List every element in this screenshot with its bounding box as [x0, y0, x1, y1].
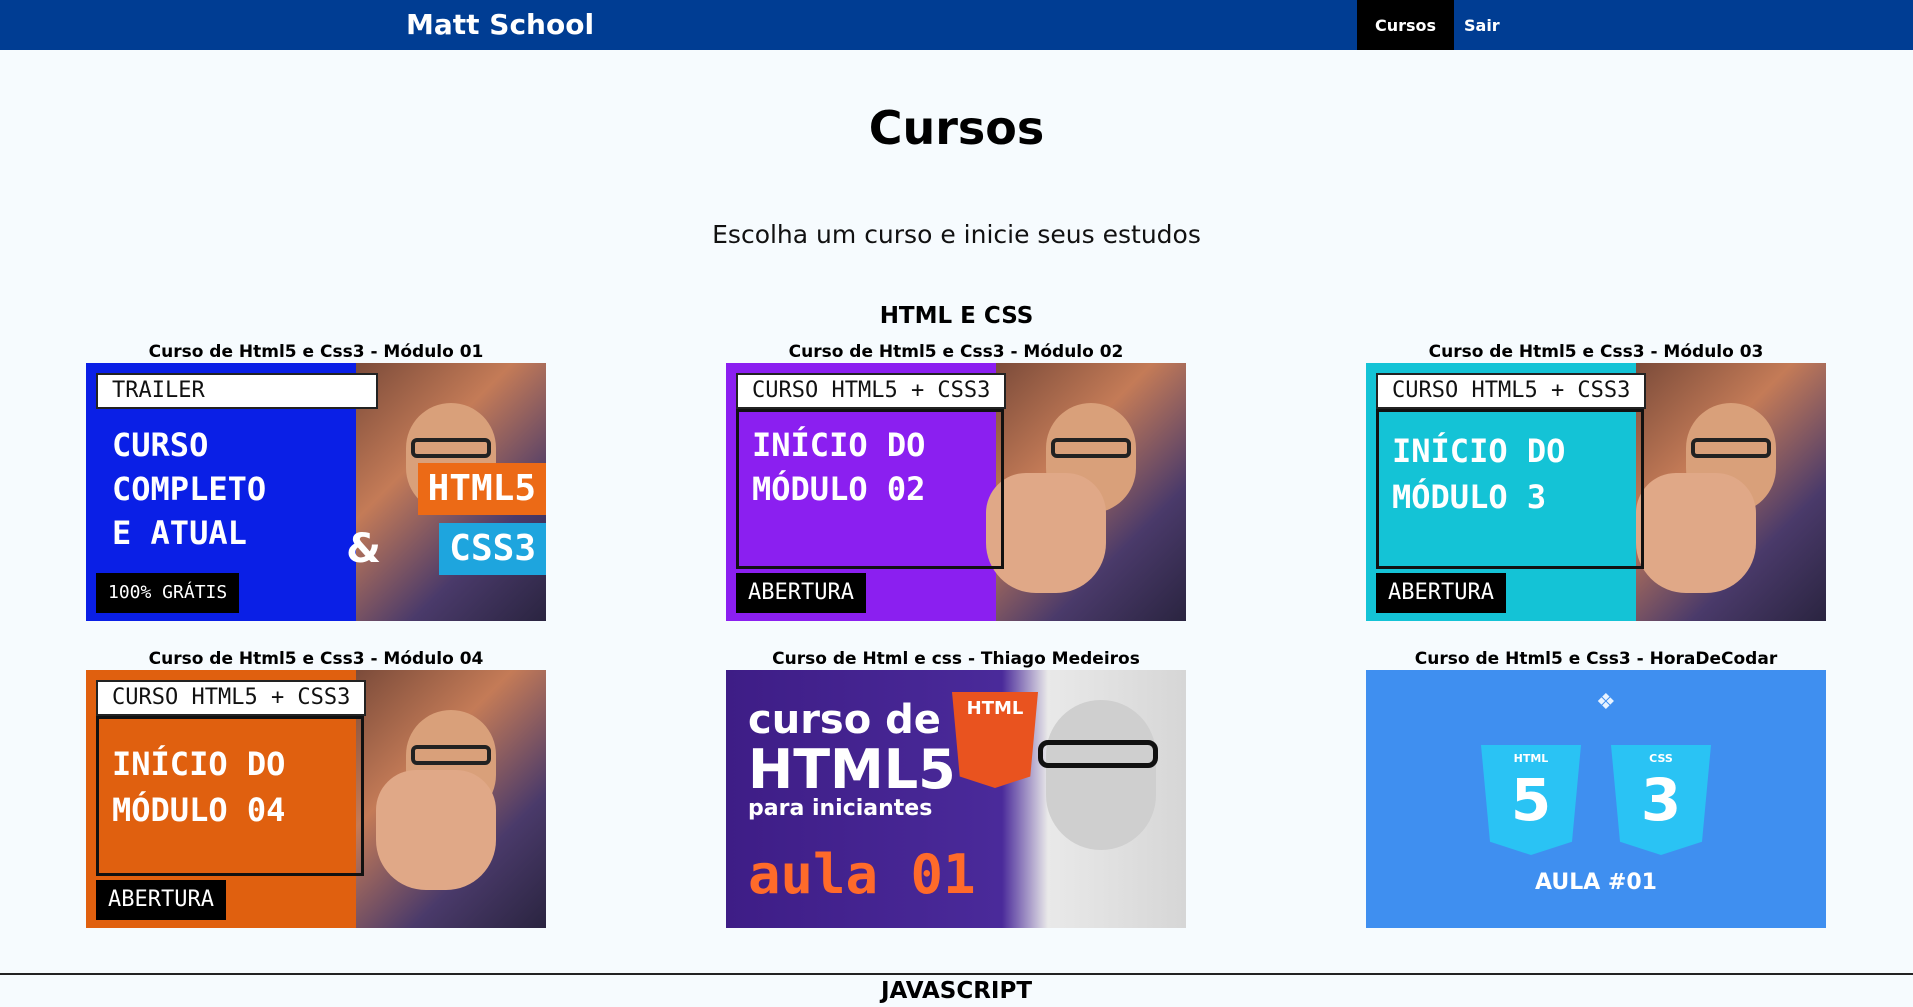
course-title: Curso de Html5 e Css3 - Módulo 02	[788, 342, 1124, 362]
course-title: Curso de Html5 e Css3 - Módulo 01	[148, 342, 484, 362]
css3-badge: CSS3	[439, 523, 546, 575]
nav-item-cursos[interactable]: Cursos	[1357, 0, 1454, 50]
thumb-line1: CURSO	[112, 426, 209, 464]
section-title-html-css: HTML E CSS	[879, 303, 1034, 329]
glasses-icon	[1691, 438, 1771, 458]
thumb-bottom-tag: ABERTURA	[1376, 573, 1506, 613]
course-thumbnail[interactable]: CURSO HTML5 + CSS3 INÍCIO DO MÓDULO 3 AB…	[1366, 363, 1826, 621]
thumb-line1: curso de	[748, 697, 941, 743]
glasses-icon	[411, 438, 491, 458]
ampersand: &	[346, 526, 381, 572]
course-thumbnail[interactable]: CURSO HTML5 + CSS3 INÍCIO DO MÓDULO 04 A…	[86, 670, 546, 928]
aula-label: AULA #01	[1535, 870, 1657, 895]
glasses-icon	[411, 745, 491, 765]
thumb-tag: TRAILER	[96, 373, 378, 409]
thumb-line1: INÍCIO DO	[752, 426, 926, 464]
course-title: Curso de Html5 e Css3 - Módulo 03	[1428, 342, 1764, 362]
hand-two-fingers	[986, 473, 1106, 593]
top-navbar: Matt School Cursos Sair	[0, 0, 1913, 50]
glasses-icon	[1038, 740, 1158, 768]
course-card[interactable]: Curso de Html5 e Css3 - Módulo 02 CURSO …	[726, 341, 1186, 621]
thumb-line4: aula 01	[748, 843, 976, 906]
course-thumbnail[interactable]: TRAILER CURSO COMPLETO E ATUAL HTML5 CSS…	[86, 363, 546, 621]
course-thumbnail[interactable]: CURSO HTML5 + CSS3 INÍCIO DO MÓDULO 02 A…	[726, 363, 1186, 621]
html5-label: HTML	[1513, 752, 1549, 765]
thumb-tag: CURSO HTML5 + CSS3	[1376, 373, 1647, 409]
course-title: Curso de Html5 e Css3 - HoraDeCodar	[1414, 649, 1778, 669]
course-card[interactable]: Curso de Html5 e Css3 - Módulo 04 CURSO …	[86, 648, 546, 928]
thumb-line1: INÍCIO DO	[1392, 432, 1566, 470]
course-card[interactable]: Curso de Html5 e Css3 - HoraDeCodar ❖ 5 …	[1366, 648, 1826, 928]
thumb-line2: MÓDULO 3	[1392, 478, 1547, 516]
html5-number: 5	[1510, 766, 1552, 834]
brand-logo[interactable]: Matt School	[406, 9, 594, 41]
course-title: Curso de Html5 e Css3 - Módulo 04	[148, 649, 484, 669]
course-title: Curso de Html e css - Thiago Medeiros	[772, 649, 1140, 669]
html5-logo: HTML	[952, 692, 1038, 788]
section-divider	[0, 973, 1913, 975]
brand-cube-icon: ❖	[1596, 690, 1616, 715]
course-thumbnail[interactable]: ❖ 5 HTML 3 CSS AULA #01	[1366, 670, 1826, 928]
thumb-bottom-tag: ABERTURA	[736, 573, 866, 613]
css3-label: CSS	[1649, 752, 1673, 765]
course-card[interactable]: Curso de Html5 e Css3 - Módulo 01 TRAILE…	[86, 341, 546, 621]
thumb-line3: E ATUAL	[112, 514, 247, 552]
thumb-line3: para iniciantes	[748, 796, 933, 821]
thumb-line2: MÓDULO 02	[752, 470, 926, 508]
page-subtitle: Escolha um curso e inicie seus estudos	[712, 220, 1201, 249]
course-card[interactable]: Curso de Html e css - Thiago Medeiros cu…	[726, 648, 1186, 928]
thumb-line2: MÓDULO 04	[112, 791, 286, 829]
section-title-javascript: JAVASCRIPT	[880, 978, 1033, 1004]
thumb-line1: INÍCIO DO	[112, 745, 286, 783]
thumb-bottom-tag: 100% GRÁTIS	[96, 573, 240, 613]
glasses-icon	[1051, 438, 1131, 458]
html5-badge: HTML5	[417, 463, 546, 515]
hand-four-fingers	[376, 770, 496, 890]
hand-three-fingers	[1636, 473, 1756, 593]
nav-item-sair[interactable]: Sair	[1454, 0, 1524, 50]
thumb-tag: CURSO HTML5 + CSS3	[736, 373, 1007, 409]
course-thumbnail[interactable]: curso de HTML5 para iniciantes aula 01 H…	[726, 670, 1186, 928]
thumb-line2: COMPLETO	[112, 470, 267, 508]
thumb-bottom-tag: ABERTURA	[96, 880, 226, 920]
page-title: Cursos	[868, 101, 1045, 155]
course-card[interactable]: Curso de Html5 e Css3 - Módulo 03 CURSO …	[1366, 341, 1826, 621]
instructor-face	[1046, 700, 1156, 850]
thumb-tag: CURSO HTML5 + CSS3	[96, 680, 367, 716]
thumb-line2: HTML5	[748, 738, 956, 801]
css3-number: 3	[1640, 766, 1682, 834]
